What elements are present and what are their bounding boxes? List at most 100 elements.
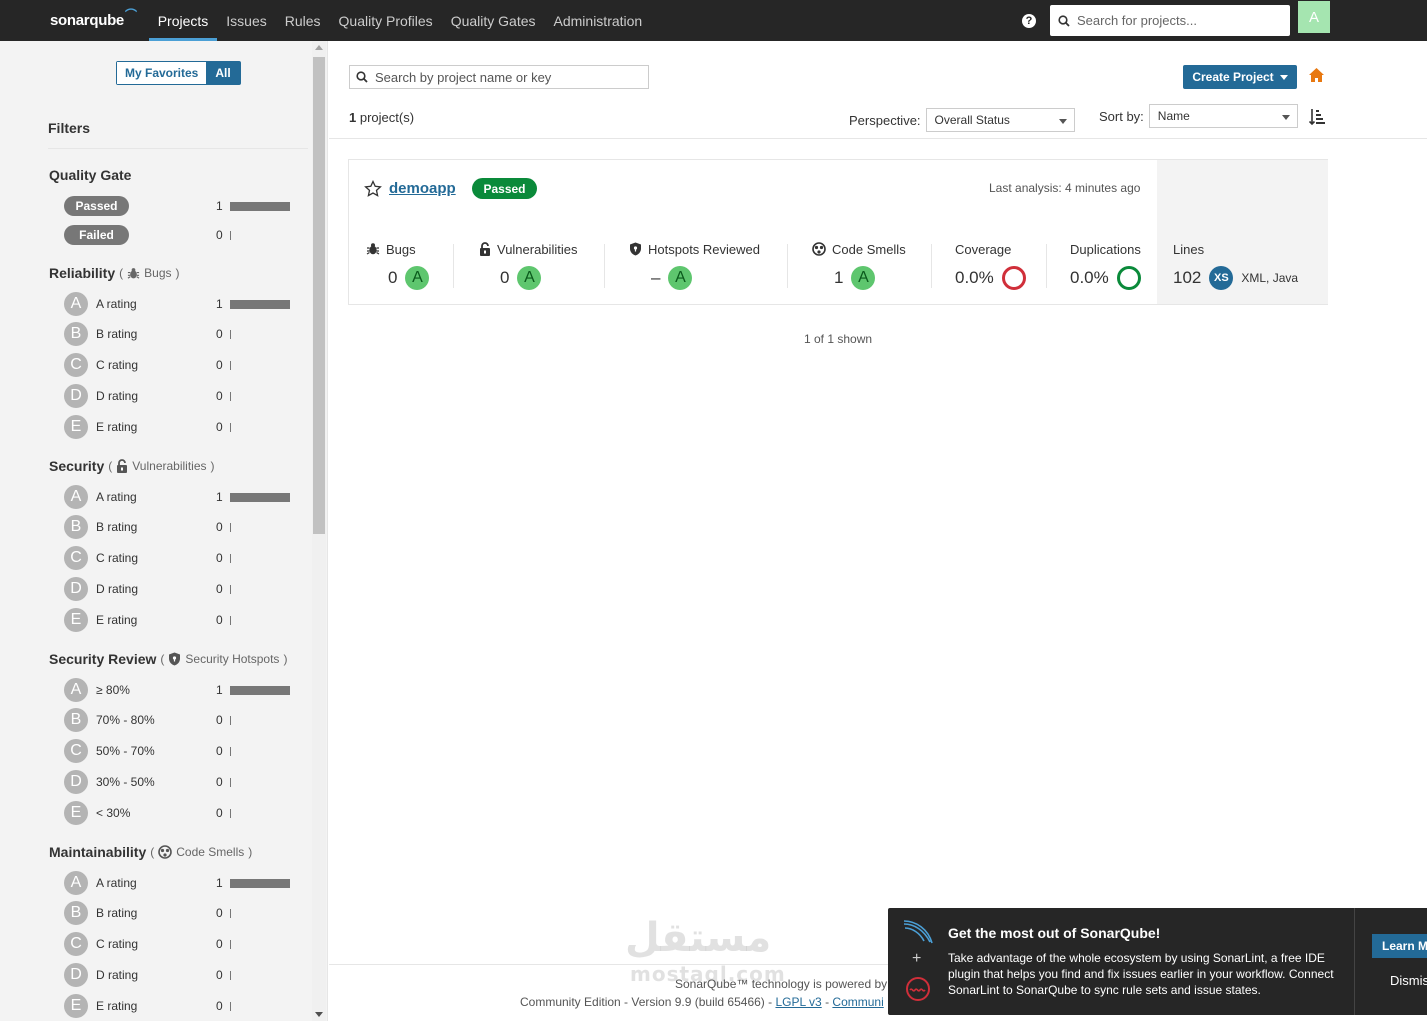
- maintainability-title: Maintainability ( Code Smells ): [49, 844, 252, 860]
- all-button[interactable]: All: [206, 62, 240, 84]
- lock-icon: [117, 459, 128, 473]
- facet-bar: [230, 878, 290, 888]
- filter-label: C rating: [96, 358, 139, 372]
- filter-reliability-e[interactable]: E E rating 0: [64, 415, 294, 439]
- facet-bar: [230, 746, 231, 756]
- last-analysis: Last analysis: 4 minutes ago: [989, 181, 1141, 195]
- scroll-up-icon[interactable]: [315, 45, 323, 50]
- create-project-button[interactable]: Create Project: [1183, 65, 1297, 89]
- rating-circle: C: [64, 739, 88, 763]
- nav-quality-profiles[interactable]: Quality Profiles: [330, 0, 442, 41]
- filter-security-review-e[interactable]: E < 30% 0: [64, 801, 294, 825]
- coverage-ring-icon: [1001, 266, 1026, 290]
- scroll-down-icon[interactable]: [315, 1012, 323, 1017]
- perspective-select[interactable]: Overall Status: [925, 108, 1075, 132]
- metric-label: Bugs: [386, 241, 416, 257]
- count: 0: [216, 420, 223, 434]
- metric-hotspots-reviewed[interactable]: Hotspots Reviewed – A: [629, 240, 760, 290]
- sonarqube-logo[interactable]: sonarqube ⌒: [0, 0, 149, 41]
- sortby-label: Sort by:: [1099, 108, 1144, 124]
- count: 0: [216, 999, 223, 1013]
- count: 0: [216, 906, 223, 920]
- avatar[interactable]: A: [1298, 1, 1330, 33]
- count: 1: [216, 490, 223, 504]
- rating-circle: A: [64, 485, 88, 509]
- filter-reliability-d[interactable]: D D rating 0: [64, 384, 294, 408]
- status-badge: Passed: [472, 178, 537, 199]
- filter-security-review-c[interactable]: C 50% - 70% 0: [64, 739, 294, 763]
- filter-qg-passed[interactable]: Passed 1: [64, 194, 294, 218]
- facet-bar: [230, 422, 231, 432]
- filter-maintainability-d[interactable]: D D rating 0: [64, 963, 294, 987]
- filter-label: D rating: [96, 389, 139, 403]
- section-sub: ( Vulnerabilities ): [108, 459, 215, 473]
- filter-security-review-a[interactable]: A ≥ 80% 1: [64, 678, 294, 702]
- scrollbar-thumb[interactable]: [313, 57, 325, 534]
- brand-text: sonarqube: [50, 12, 124, 29]
- filter-maintainability-b[interactable]: B B rating 0: [64, 901, 294, 925]
- community-link[interactable]: Communi: [832, 995, 883, 1009]
- rating-circle: B: [64, 322, 88, 346]
- help-icon[interactable]: ?: [1022, 13, 1036, 28]
- filter-security-d[interactable]: D D rating 0: [64, 577, 294, 601]
- my-favorites-button[interactable]: My Favorites: [117, 62, 207, 84]
- filter-reliability-b[interactable]: B B rating 0: [64, 322, 294, 346]
- lock-icon: [480, 242, 490, 256]
- search-icon: [1058, 14, 1070, 27]
- nav-rules[interactable]: Rules: [276, 0, 330, 41]
- filter-security-e[interactable]: E E rating 0: [64, 608, 294, 632]
- plus-icon: +: [912, 950, 922, 967]
- project-search-input[interactable]: Search by project name or key: [349, 65, 649, 89]
- metric-code-smells[interactable]: Code Smells 1A: [812, 240, 906, 290]
- filter-label: 30% - 50%: [96, 775, 155, 789]
- reliability-title: Reliability ( Bugs ): [49, 265, 180, 281]
- filter-security-c[interactable]: C C rating 0: [64, 546, 294, 570]
- filter-security-a[interactable]: A A rating 1: [64, 485, 294, 509]
- metric-vulnerabilities[interactable]: Vulnerabilities 0A: [479, 240, 577, 290]
- filter-maintainability-e[interactable]: E E rating 0: [64, 994, 294, 1018]
- count: 1: [216, 683, 223, 697]
- home-icon[interactable]: [1308, 67, 1325, 84]
- lgpl-link[interactable]: LGPL v3: [775, 995, 821, 1009]
- filter-label: A rating: [96, 876, 137, 890]
- filter-maintainability-a[interactable]: A A rating 1: [64, 871, 294, 895]
- facet-bar: [230, 360, 231, 370]
- facet-bar: [230, 939, 231, 949]
- nav-projects[interactable]: Projects: [148, 0, 218, 41]
- metric-bugs[interactable]: Bugs 0A: [366, 240, 430, 290]
- filter-security-review-b[interactable]: B 70% - 80% 0: [64, 708, 294, 732]
- learn-more-button[interactable]: Learn M: [1372, 934, 1427, 958]
- sort-ascending-icon[interactable]: [1309, 108, 1326, 126]
- sidebar-scrollbar[interactable]: [312, 41, 326, 1021]
- pagination-shown: 1 of 1 shown: [804, 332, 873, 346]
- global-search-input[interactable]: Search for projects...: [1050, 5, 1290, 36]
- metric-coverage[interactable]: Coverage 0.0%: [955, 240, 1026, 290]
- nav-issues[interactable]: Issues: [217, 0, 275, 41]
- filter-qg-failed[interactable]: Failed 0: [64, 223, 294, 247]
- rating-circle: A: [64, 871, 88, 895]
- divider: [787, 244, 788, 288]
- filter-security-b[interactable]: B B rating 0: [64, 515, 294, 539]
- divider: [604, 244, 605, 288]
- filter-reliability-a[interactable]: A A rating 1: [64, 292, 294, 316]
- metric-lines[interactable]: Lines 102 XS XML, Java: [1173, 240, 1298, 290]
- logo-wave-icon: ⌒: [124, 8, 137, 22]
- project-name-link[interactable]: demoapp: [389, 180, 456, 197]
- metric-label: Lines: [1173, 241, 1205, 257]
- count: 0: [216, 937, 223, 951]
- count: 0: [216, 806, 223, 820]
- create-project-label: Create Project: [1192, 70, 1274, 84]
- filter-reliability-c[interactable]: C C rating 0: [64, 353, 294, 377]
- dismiss-button[interactable]: Dismis: [1390, 973, 1427, 988]
- sonarqube-waves-icon: [903, 920, 933, 944]
- sortby-select[interactable]: Name: [1148, 104, 1298, 128]
- nav-administration[interactable]: Administration: [545, 0, 652, 41]
- metric-duplications[interactable]: Duplications 0.0%: [1070, 240, 1141, 290]
- paren-close: ): [283, 652, 288, 666]
- filter-security-review-d[interactable]: D 30% - 50% 0: [64, 770, 294, 794]
- nav-quality-gates[interactable]: Quality Gates: [442, 0, 545, 41]
- star-icon[interactable]: [364, 180, 382, 198]
- metric-value: 1: [834, 268, 844, 287]
- filter-maintainability-c[interactable]: C C rating 0: [64, 932, 294, 956]
- facet-bar: [230, 584, 231, 594]
